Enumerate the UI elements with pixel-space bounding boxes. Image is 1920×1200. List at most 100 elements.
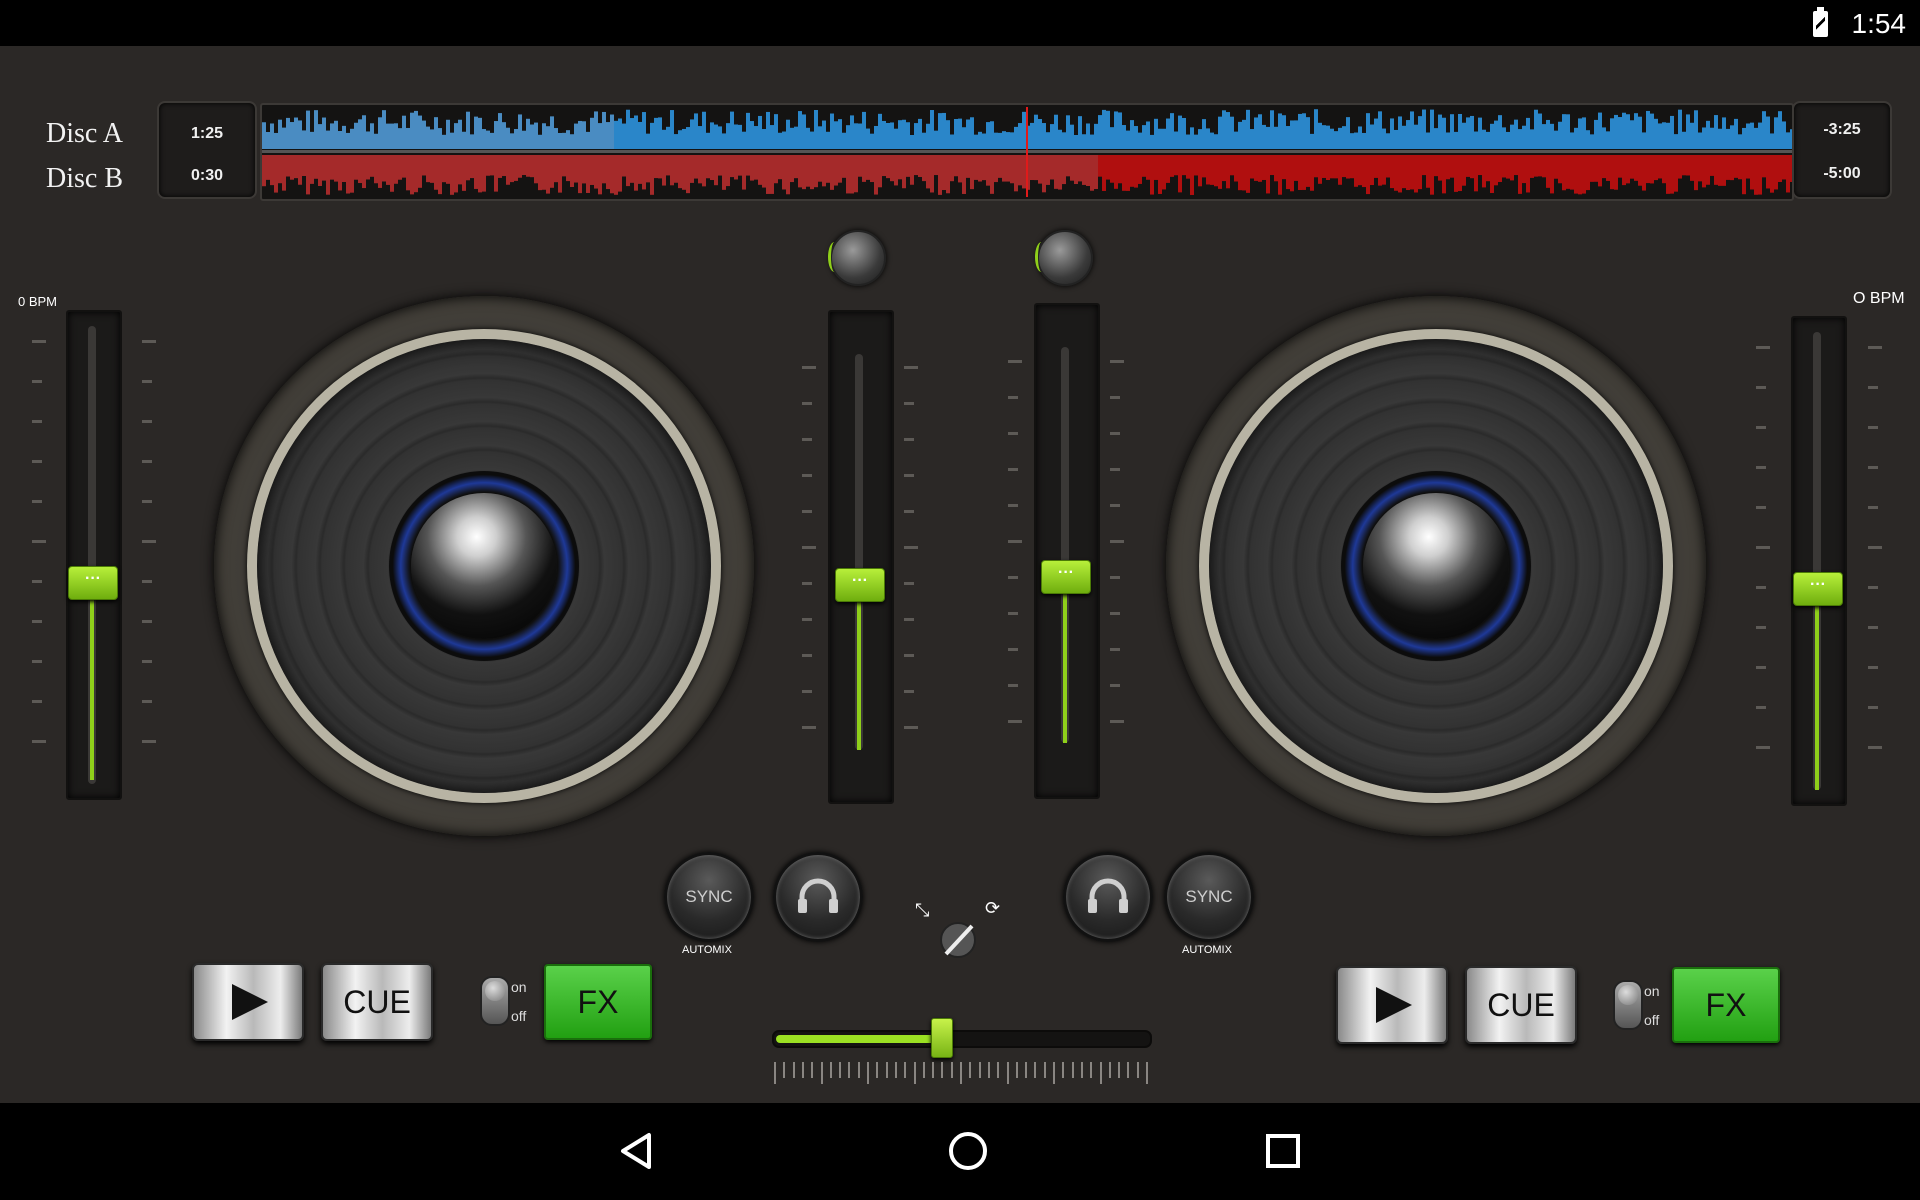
waveform-bar: [358, 155, 362, 184]
waveform-bar: [422, 120, 426, 149]
waveform-bar: [1098, 155, 1102, 177]
right-fx-toggle[interactable]: [1613, 980, 1643, 1030]
right-volume-thumb[interactable]: ···: [1041, 560, 1091, 594]
slider-tick: [32, 500, 42, 503]
left-turntable[interactable]: [214, 296, 754, 836]
right-play-button[interactable]: [1336, 966, 1448, 1044]
right-volume-slider[interactable]: ···: [1034, 303, 1100, 799]
waveform-bar: [1402, 155, 1406, 189]
disc-b-label: Disc B: [46, 163, 123, 194]
nav-recents-button[interactable]: [1253, 1121, 1313, 1181]
waveform-bar: [966, 155, 970, 178]
waveform-bar: [990, 121, 994, 149]
crossfader-tick: [885, 1062, 888, 1078]
waveform-bar: [1706, 155, 1710, 185]
waveform-bar: [1034, 114, 1038, 149]
left-volume-slider[interactable]: ···: [828, 310, 894, 804]
waveform-bar: [678, 155, 682, 189]
left-fx-button[interactable]: FX: [544, 964, 652, 1040]
waveform-bar: [342, 125, 346, 149]
waveform-bar: [1666, 122, 1670, 149]
left-volume-thumb[interactable]: ···: [835, 568, 885, 602]
slider-tick: [1008, 540, 1022, 543]
right-fx-button[interactable]: FX: [1672, 967, 1780, 1043]
waveform-bar: [894, 155, 898, 186]
waveform-bar: [1670, 155, 1674, 194]
waveform-bar: [1526, 117, 1530, 149]
waveform-bar: [1710, 127, 1714, 149]
slider-tick: [904, 582, 914, 585]
left-vinyl-platter[interactable]: [257, 339, 711, 793]
crossfader-tick: [876, 1062, 879, 1078]
waveform-bar: [1446, 132, 1450, 149]
waveform-bar: [1134, 155, 1138, 188]
waveform-bar: [1514, 155, 1518, 176]
left-cue-button[interactable]: CUE: [321, 963, 433, 1041]
right-vinyl-platter[interactable]: [1209, 339, 1663, 793]
slider-tick: [142, 460, 152, 463]
slider-tick: [1756, 466, 1766, 469]
waveform-bar: [1334, 131, 1338, 149]
waveform-bar: [1406, 155, 1410, 191]
right-pitch-thumb[interactable]: ···: [1793, 572, 1843, 606]
waveform-bar: [758, 155, 762, 185]
waveform-bar: [834, 121, 838, 149]
waveform-bar: [1194, 134, 1198, 149]
waveform-bar: [1682, 155, 1686, 176]
waveform-bar: [354, 122, 358, 149]
left-gain-knob[interactable]: [828, 230, 886, 286]
waveform-display[interactable]: [260, 103, 1794, 201]
waveform-bar: [1198, 155, 1202, 187]
shrink-icon[interactable]: ⤡: [915, 900, 929, 921]
left-headphone-button[interactable]: [773, 852, 863, 942]
waveform-bar: [974, 155, 978, 180]
nav-home-button[interactable]: [938, 1121, 998, 1181]
waveform-bar: [498, 155, 502, 178]
left-sync-button[interactable]: SYNC: [664, 852, 754, 942]
nav-back-button[interactable]: [605, 1121, 665, 1181]
waveform-bar: [770, 125, 774, 149]
right-cue-button[interactable]: CUE: [1465, 966, 1577, 1044]
crossfader-track[interactable]: [772, 1030, 1152, 1048]
waveform-bar: [486, 130, 490, 149]
waveform-bar: [1734, 118, 1738, 149]
waveform-bar: [266, 131, 270, 149]
waveform-bar: [630, 155, 634, 183]
slider-tick: [802, 546, 816, 549]
waveform-bar: [774, 155, 778, 184]
right-headphone-button[interactable]: [1063, 852, 1153, 942]
waveform-bar: [722, 155, 726, 190]
waveform-bar: [402, 115, 406, 149]
left-pitch-slider[interactable]: ···: [66, 310, 122, 800]
right-turntable[interactable]: [1166, 296, 1706, 836]
repeat-icon[interactable]: ⟳: [985, 898, 1000, 919]
crossfader-thumb[interactable]: [931, 1018, 953, 1058]
waveform-bar: [1394, 155, 1398, 191]
waveform-bar: [1694, 155, 1698, 191]
waveform-bar: [1266, 155, 1270, 194]
waveform-bar: [1374, 118, 1378, 149]
right-gain-knob[interactable]: [1035, 230, 1093, 286]
waveform-bar: [458, 155, 462, 185]
right-pitch-slider[interactable]: ···: [1791, 316, 1847, 806]
waveform-graphic[interactable]: [262, 105, 1794, 199]
reset-knob[interactable]: [936, 918, 980, 962]
waveform-bar: [1786, 155, 1790, 193]
waveform-bar: [870, 155, 874, 183]
waveform-bar: [1242, 155, 1246, 191]
waveform-bar: [282, 127, 286, 149]
slider-tick: [904, 438, 914, 441]
waveform-bar: [1778, 111, 1782, 149]
slider-tick: [1110, 504, 1120, 507]
waveform-bar: [530, 155, 534, 178]
waveform-bar: [918, 118, 922, 149]
waveform-bar: [1002, 131, 1006, 149]
waveform-bar: [582, 121, 586, 149]
waveform-bar: [1066, 115, 1070, 149]
left-play-button[interactable]: [192, 963, 304, 1041]
right-sync-button[interactable]: SYNC: [1164, 852, 1254, 942]
waveform-bar: [1282, 115, 1286, 149]
left-fx-toggle[interactable]: [480, 976, 510, 1026]
waveform-bar: [1770, 133, 1774, 149]
left-pitch-thumb[interactable]: ···: [68, 566, 118, 600]
